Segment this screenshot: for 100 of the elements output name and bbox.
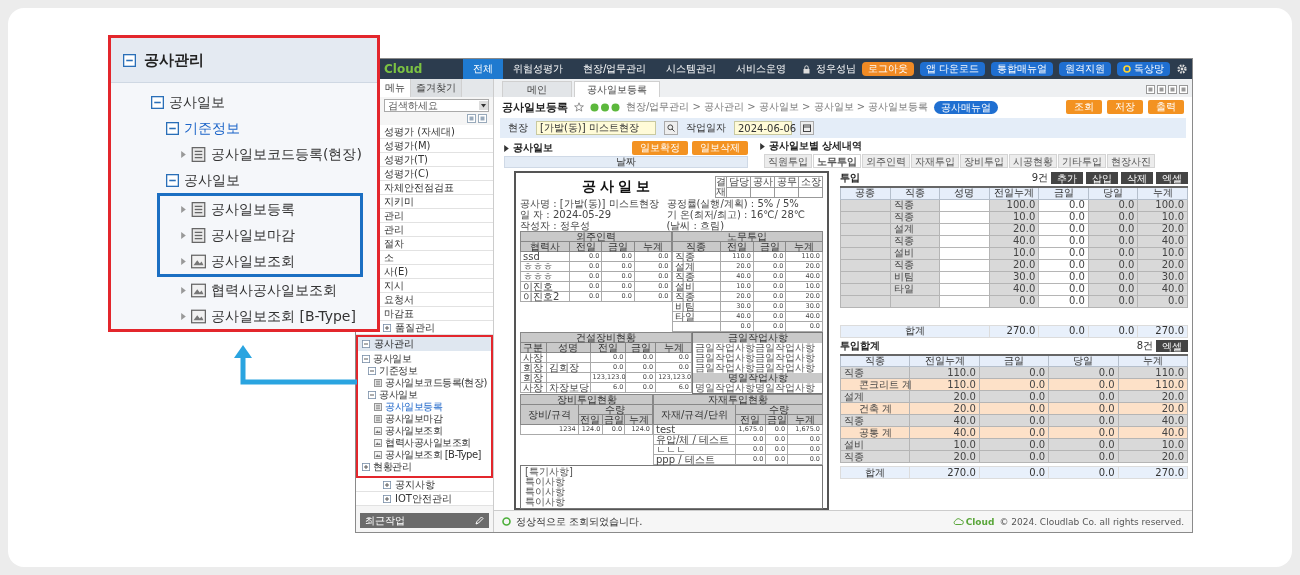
menu-item[interactable]: 지시 <box>384 278 404 293</box>
info-text: (날씨 : 흐림) <box>666 220 726 231</box>
dropdown-icon <box>479 101 488 110</box>
manual-button[interactable]: 공사매뉴얼 <box>934 100 999 114</box>
star-icon[interactable] <box>574 102 584 112</box>
column-header: 직종 <box>840 354 910 367</box>
menu-item[interactable]: 협력사공사일보조회 <box>385 438 471 448</box>
menu-search-select[interactable]: 검색하세요 <box>384 99 489 112</box>
sidebar-tab[interactable]: 즐겨찾기 <box>411 79 462 97</box>
link-button[interactable]: 원격지원 <box>1059 62 1111 76</box>
menu-tab[interactable]: 서비스운영 <box>726 59 797 79</box>
menu-item[interactable]: 공사일보 <box>373 354 411 364</box>
table-title: 노무투입 <box>672 231 823 242</box>
table-title: 투입합계 <box>840 338 880 353</box>
menu-item[interactable]: 절차 <box>384 236 404 251</box>
collapse-icon[interactable] <box>368 391 376 399</box>
menu-item[interactable]: 공사일보등록 <box>385 402 442 412</box>
detail-tab[interactable]: 시공현황 <box>1009 154 1057 168</box>
column-header: 전일 <box>720 241 754 252</box>
table-button[interactable]: 삭제 <box>1121 172 1153 184</box>
panel-title: 공사일보별 상세내역 <box>769 139 863 153</box>
menu-item[interactable]: 공사일보등록 <box>211 202 295 216</box>
menu-tab[interactable]: 현장/업무관리 <box>573 59 657 79</box>
table-button[interactable]: 엑셀 <box>1156 339 1188 352</box>
column-header: 당일 <box>1088 187 1138 199</box>
expand-icon[interactable] <box>383 494 391 503</box>
table-button[interactable]: 삽입 <box>1086 172 1118 184</box>
table-cell: 비팀 <box>672 301 721 312</box>
detail-tab[interactable]: 기타투입 <box>1058 154 1106 168</box>
search-button[interactable] <box>664 121 678 135</box>
collapse-icon[interactable] <box>368 367 376 375</box>
collapse-icon[interactable] <box>151 95 164 109</box>
panel-title: 공사일보 <box>513 141 553 155</box>
menu-item[interactable]: 관리 <box>384 208 404 223</box>
user-name: 정우성님 <box>815 62 856 76</box>
column-header: 자재/규격/단위 <box>653 404 735 425</box>
link-button[interactable]: 앱 다운로드 <box>919 62 985 76</box>
menu-item[interactable]: 공사일보조회 [B-Type] <box>211 309 356 323</box>
table-cell: 담당 <box>726 176 751 188</box>
page-tab[interactable]: 공사일보등록 <box>574 81 660 97</box>
menu-item[interactable]: 공사일보 <box>169 95 225 109</box>
column-header: 전일 <box>578 414 603 425</box>
menu-item[interactable]: 공사일보 <box>184 173 240 187</box>
detail-tab[interactable]: 외주인력 <box>862 154 910 168</box>
sidebar-tab[interactable]: 메뉴 <box>380 79 411 97</box>
note-text: 명일작업사항명일작업사항 <box>694 383 816 393</box>
menu-item[interactable]: 공사일보코드등록(현장) <box>385 378 487 388</box>
caret-icon <box>181 231 186 239</box>
section-header: 명일작업사항 <box>693 373 822 383</box>
note-text: 금일작업사항금일작업사항 <box>694 363 816 373</box>
detail-tab[interactable]: 자재투입 <box>911 154 959 168</box>
settings-icon[interactable] <box>1176 63 1188 75</box>
image-icon <box>374 451 382 459</box>
table-title: 장비투입현황 <box>520 394 653 405</box>
link-button[interactable]: 통합매뉴얼 <box>991 62 1053 76</box>
input-field[interactable]: [가발(동)] 미스트현장 <box>536 121 656 135</box>
table-cell: 차장보당 <box>546 382 591 393</box>
report-title: 공사일보 <box>580 178 655 196</box>
menu-item[interactable]: 공사일보코드등록(현장) <box>211 147 362 161</box>
menu-item[interactable]: 공사일보마감 <box>385 414 442 424</box>
menu-item[interactable]: 공사일보조회 <box>385 426 442 436</box>
menu-item[interactable]: 현황관리 <box>373 462 411 472</box>
menu-tab[interactable]: 시스템관리 <box>656 59 727 79</box>
menu-item[interactable]: 협력사공사일보조회 <box>211 283 337 297</box>
detail-tab[interactable]: 현장사진 <box>1107 154 1155 168</box>
menu-item[interactable]: 공사일보조회 <box>211 254 295 268</box>
expand-icon[interactable] <box>383 480 391 489</box>
status-message: 정상적으로 조회되었습니다. <box>516 514 643 529</box>
menu-tab[interactable]: 위험성평가 <box>503 59 573 79</box>
table-cell: 타일 <box>672 311 721 322</box>
collapse-icon[interactable] <box>166 121 179 135</box>
page-tab[interactable]: 메인 <box>502 81 572 97</box>
table-cell: 결재 <box>715 176 727 198</box>
collapse-icon[interactable] <box>123 53 136 67</box>
menu-item[interactable]: 기준정보 <box>379 366 417 376</box>
menu-item[interactable]: 공사일보 <box>379 390 417 400</box>
menu-item[interactable]: 공사일보마감 <box>211 228 295 242</box>
edit-icon[interactable] <box>475 516 484 525</box>
table-button[interactable]: 추가 <box>1051 172 1083 184</box>
link-button[interactable]: 독상망 <box>1117 62 1170 76</box>
menu-item[interactable]: 관리 <box>384 222 404 237</box>
collapse-icon[interactable] <box>362 355 370 363</box>
menu-item[interactable]: 기준정보 <box>184 121 240 135</box>
menu-item[interactable]: 사(E) <box>384 264 409 279</box>
column-header: 장비/규격 <box>520 404 579 425</box>
note-text: 금일작업사항금일작업사항 <box>694 353 816 363</box>
calendar-button[interactable] <box>800 121 814 135</box>
detail-tab[interactable]: 직원투입 <box>764 154 812 168</box>
menu-item[interactable]: 공사일보조회 [B-Type] <box>385 450 481 460</box>
menu-tab[interactable]: 전체 <box>463 59 503 79</box>
image-icon <box>191 308 206 324</box>
expand-icon[interactable] <box>383 323 391 332</box>
collapse-icon[interactable] <box>166 173 179 187</box>
detail-tab[interactable]: 노무투입 <box>813 154 861 168</box>
table-button[interactable]: 엑셀 <box>1156 172 1188 184</box>
caret-icon <box>181 150 186 158</box>
detail-tab[interactable]: 장비투입 <box>960 154 1008 168</box>
expand-icon[interactable] <box>362 463 370 471</box>
collapse-icon[interactable] <box>362 340 370 348</box>
menu-item[interactable]: 소 <box>384 250 394 265</box>
